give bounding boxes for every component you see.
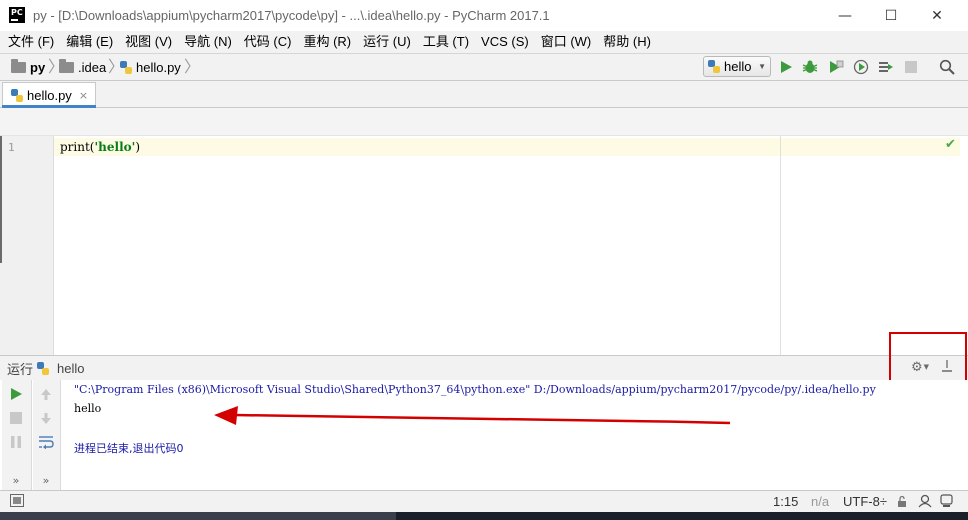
menu-refactor[interactable]: 重构 (R) [297, 31, 357, 53]
code-string: 'hello' [94, 140, 136, 154]
minimize-button[interactable]: — [822, 0, 868, 31]
menu-view[interactable]: 视图 (V) [119, 31, 178, 53]
code-function: print( [60, 140, 95, 154]
inspector-icon[interactable] [917, 494, 933, 508]
arrow-up-icon[interactable] [36, 384, 56, 404]
close-button[interactable]: ✕ [914, 0, 960, 31]
stop-icon[interactable] [6, 408, 26, 428]
file-encoding[interactable]: UTF-8÷ [843, 494, 887, 509]
python-file-icon [120, 60, 132, 74]
breadcrumb-file[interactable]: hello.py [120, 57, 181, 77]
run-panel-label: 运行 [7, 362, 34, 377]
caret-position[interactable]: 1:15 [773, 494, 798, 509]
soft-wrap-icon[interactable] [36, 432, 56, 452]
run-panel-header [0, 355, 968, 380]
annotation-arrow [214, 406, 731, 425]
search-icon[interactable] [937, 57, 957, 77]
arrow-down-icon[interactable] [36, 408, 56, 428]
menu-edit[interactable]: 编辑 (E) [60, 31, 119, 53]
stop-icon[interactable] [901, 57, 921, 77]
right-margin-guide [780, 136, 781, 355]
current-line-highlight [54, 138, 960, 156]
inspection-ok-icon: ✔ [945, 137, 956, 152]
menu-tools[interactable]: 工具 (T) [417, 31, 475, 53]
menu-code[interactable]: 代码 (C) [238, 31, 298, 53]
build-icon[interactable] [876, 57, 896, 77]
more-actions-icon[interactable]: » [6, 470, 26, 490]
python-file-icon [11, 89, 23, 102]
folder-icon [11, 58, 26, 73]
breadcrumb-folder-label: .idea [78, 59, 107, 75]
console-actions-bar: » [33, 380, 61, 490]
line-number: 1 [8, 141, 15, 154]
breadcrumb-project[interactable]: py [11, 57, 45, 77]
run-controls-bar: » [2, 380, 32, 490]
more-actions-icon[interactable]: » [36, 470, 56, 490]
line-separator: n/a [811, 494, 830, 509]
menu-window[interactable]: 窗口 (W) [535, 31, 598, 53]
profile-icon[interactable] [851, 57, 871, 77]
folder-icon [59, 58, 74, 73]
run-icon[interactable] [776, 57, 796, 77]
menu-file[interactable]: 文件 (F) [2, 31, 60, 53]
console-command-line: "C:\Program Files (x86)\Microsoft Visual… [74, 383, 876, 396]
breadcrumb-separator: 〉 [184, 57, 201, 76]
code-paren: ) [135, 140, 141, 154]
window-title: py - [D:\Downloads\appium\pycharm2017\py… [33, 8, 550, 23]
breadcrumb-file-label: hello.py [136, 59, 181, 75]
line-number-gutter [0, 136, 54, 355]
annotation-highlight-box [889, 332, 967, 382]
close-icon[interactable]: × [79, 89, 88, 102]
left-window-edge [0, 136, 2, 263]
menu-help[interactable]: 帮助 (H) [597, 31, 657, 53]
rerun-icon[interactable] [6, 384, 26, 404]
console-output-line: hello [74, 402, 102, 415]
debug-icon[interactable] [800, 57, 820, 77]
menu-vcs[interactable]: VCS (S) [475, 31, 535, 53]
chevron-down-icon: ▼ [758, 62, 766, 71]
pause-icon[interactable] [6, 432, 26, 452]
menu-navigate[interactable]: 导航 (N) [178, 31, 238, 53]
menu-bar: 文件 (F) 编辑 (E) 视图 (V) 导航 (N) 代码 (C) 重构 (R… [0, 31, 968, 53]
editor-header-strip [0, 108, 968, 136]
run-panel-title: 运行 hello [7, 359, 84, 378]
maximize-button[interactable]: ☐ [868, 0, 914, 31]
os-taskbar-active-item [0, 512, 396, 520]
run-configuration-selector[interactable]: hello ▼ [703, 56, 771, 77]
lock-icon[interactable] [896, 495, 908, 508]
console-exit-line: 进程已结束,退出代码0 [74, 442, 184, 455]
tab-label: hello.py [27, 88, 72, 103]
event-log-icon[interactable] [939, 494, 955, 508]
coverage-icon[interactable] [826, 57, 846, 77]
python-file-icon [37, 362, 50, 375]
pycharm-logo-icon: PC [9, 7, 25, 23]
menu-run[interactable]: 运行 (U) [357, 31, 417, 53]
tool-windows-toggle-icon[interactable] [10, 494, 24, 507]
code-line[interactable]: print('hello') [60, 140, 140, 154]
breadcrumb-project-label: py [30, 59, 46, 75]
code-editor[interactable] [54, 136, 968, 355]
run-configuration-label: hello [724, 59, 752, 74]
editor-tab-bar [0, 81, 968, 108]
run-tab-hello[interactable]: hello [57, 361, 84, 376]
breadcrumb-separator: 〉 [48, 57, 65, 76]
breadcrumb-separator: 〉 [108, 57, 125, 76]
breadcrumb-folder[interactable]: .idea [59, 57, 106, 77]
python-file-icon [708, 60, 720, 73]
